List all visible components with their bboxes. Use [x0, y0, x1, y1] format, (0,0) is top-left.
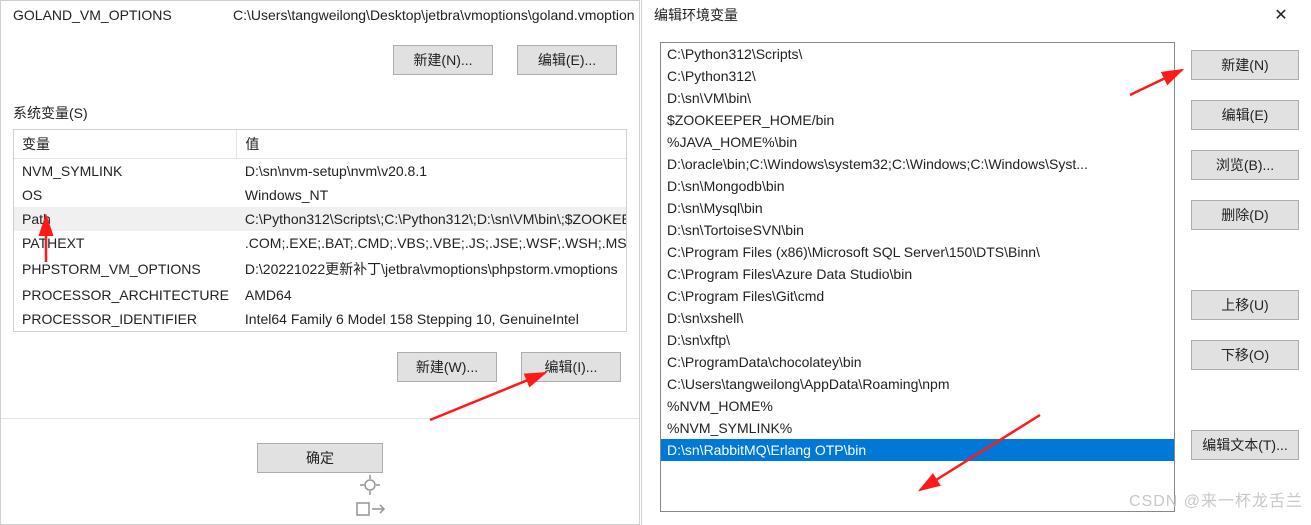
list-item[interactable]: D:\sn\VM\bin\ [661, 87, 1174, 109]
var-name-cell: NVM_SYMLINK [14, 159, 237, 184]
ok-button[interactable]: 确定 [257, 443, 383, 473]
var-name-cell: Path [14, 207, 237, 231]
var-value-cell: .COM;.EXE;.BAT;.CMD;.VBS;.VBE;.JS;.JSE;.… [237, 231, 627, 255]
path-entries-list[interactable]: C:\Python312\Scripts\C:\Python312\D:\sn\… [660, 42, 1175, 512]
list-item[interactable]: C:\ProgramData\chocolatey\bin [661, 351, 1174, 373]
list-item[interactable]: C:\Program Files (x86)\Microsoft SQL Ser… [661, 241, 1174, 263]
side-button-column: 新建(N) 编辑(E) 浏览(B)... 删除(D) 上移(U) 下移(O) 编… [1191, 42, 1299, 515]
dialog-footer: 确定 [1, 418, 639, 497]
var-name-cell: PHPSTORM_VM_OPTIONS [14, 255, 237, 283]
var-name-cell: PATHEXT [14, 231, 237, 255]
list-item[interactable]: D:\sn\xftp\ [661, 329, 1174, 351]
system-vars-table: 变量 值 NVM_SYMLINKD:\sn\nvm-setup\nvm\v20.… [14, 130, 627, 332]
var-name-cell: PROCESSOR_LEVEL [14, 331, 237, 332]
col-header-value[interactable]: 值 [237, 130, 627, 159]
list-item[interactable]: C:\Python312\ [661, 65, 1174, 87]
edit-text-button[interactable]: 编辑文本(T)... [1191, 430, 1299, 460]
table-row[interactable]: PHPSTORM_VM_OPTIONSD:\20221022更新补丁\jetbr… [14, 255, 627, 283]
user-vars-section: GOLAND_VM_OPTIONS C:\Users\tangweilong\D… [1, 1, 639, 103]
watermark-text: CSDN @来一杯龙舌兰 [1129, 487, 1303, 511]
browse-button[interactable]: 浏览(B)... [1191, 150, 1299, 180]
new-system-var-button[interactable]: 新建(W)... [397, 352, 497, 382]
table-row[interactable]: PROCESSOR_ARCHITECTUREAMD64 [14, 283, 627, 307]
system-var-button-row: 新建(W)... 编辑(I)... [1, 332, 639, 406]
list-item[interactable]: C:\Program Files\Git\cmd [661, 285, 1174, 307]
list-item[interactable]: D:\sn\RabbitMQ\Erlang OTP\bin [661, 439, 1174, 461]
user-var-value: C:\Users\tangweilong\Desktop\jetbra\vmop… [225, 5, 635, 25]
list-item[interactable]: C:\Python312\Scripts\ [661, 43, 1174, 65]
system-vars-table-frame[interactable]: 变量 值 NVM_SYMLINKD:\sn\nvm-setup\nvm\v20.… [13, 129, 627, 332]
var-value-cell: D:\20221022更新补丁\jetbra\vmoptions\phpstor… [237, 255, 627, 283]
var-name-cell: PROCESSOR_ARCHITECTURE [14, 283, 237, 307]
user-var-row[interactable]: GOLAND_VM_OPTIONS C:\Users\tangweilong\D… [5, 5, 635, 25]
dialog-body: C:\Python312\Scripts\C:\Python312\D:\sn\… [642, 30, 1311, 525]
var-value-cell: C:\Python312\Scripts\;C:\Python312\;D:\s… [237, 207, 627, 231]
var-value-cell: 6 [237, 331, 627, 332]
edit-system-var-button[interactable]: 编辑(I)... [521, 352, 621, 382]
new-entry-button[interactable]: 新建(N) [1191, 50, 1299, 80]
list-item[interactable]: %NVM_HOME% [661, 395, 1174, 417]
edit-user-var-button[interactable]: 编辑(E)... [517, 45, 617, 75]
user-var-name: GOLAND_VM_OPTIONS [5, 5, 225, 25]
table-row[interactable]: PATHEXT.COM;.EXE;.BAT;.CMD;.VBS;.VBE;.JS… [14, 231, 627, 255]
table-row[interactable]: PROCESSOR_IDENTIFIERIntel64 Family 6 Mod… [14, 307, 627, 331]
system-vars-label: 系统变量(S) [1, 103, 639, 123]
list-item[interactable]: D:\sn\Mysql\bin [661, 197, 1174, 219]
list-item[interactable]: D:\sn\TortoiseSVN\bin [661, 219, 1174, 241]
var-value-cell: D:\sn\nvm-setup\nvm\v20.8.1 [237, 159, 627, 184]
move-down-button[interactable]: 下移(O) [1191, 340, 1299, 370]
list-item[interactable]: D:\sn\Mongodb\bin [661, 175, 1174, 197]
dialog-titlebar[interactable]: 编辑环境变量 ✕ [642, 0, 1311, 30]
environment-variables-dialog: GOLAND_VM_OPTIONS C:\Users\tangweilong\D… [0, 0, 640, 525]
edit-path-dialog: 编辑环境变量 ✕ C:\Python312\Scripts\C:\Python3… [641, 0, 1311, 525]
table-row[interactable]: PathC:\Python312\Scripts\;C:\Python312\;… [14, 207, 627, 231]
table-row[interactable]: PROCESSOR_LEVEL6 [14, 331, 627, 332]
col-header-variable[interactable]: 变量 [14, 130, 237, 159]
list-item[interactable]: %NVM_SYMLINK% [661, 417, 1174, 439]
list-item[interactable]: D:\oracle\bin;C:\Windows\system32;C:\Win… [661, 153, 1174, 175]
move-up-button[interactable]: 上移(U) [1191, 290, 1299, 320]
list-item[interactable]: %JAVA_HOME%\bin [661, 131, 1174, 153]
var-name-cell: PROCESSOR_IDENTIFIER [14, 307, 237, 331]
dialog-title: 编辑环境变量 [652, 5, 738, 25]
list-item[interactable]: C:\Users\tangweilong\AppData\Roaming\npm [661, 373, 1174, 395]
background-tool-icons [340, 475, 440, 519]
var-name-cell: OS [14, 183, 237, 207]
list-item[interactable]: $ZOOKEEPER_HOME/bin [661, 109, 1174, 131]
list-item[interactable]: C:\Program Files\Azure Data Studio\bin [661, 263, 1174, 285]
var-value-cell: AMD64 [237, 283, 627, 307]
new-user-var-button[interactable]: 新建(N)... [393, 45, 493, 75]
user-var-button-row: 新建(N)... 编辑(E)... [5, 25, 635, 99]
var-value-cell: Intel64 Family 6 Model 158 Stepping 10, … [237, 307, 627, 331]
table-row[interactable]: NVM_SYMLINKD:\sn\nvm-setup\nvm\v20.8.1 [14, 159, 627, 184]
close-icon[interactable]: ✕ [1261, 5, 1301, 25]
edit-entry-button[interactable]: 编辑(E) [1191, 100, 1299, 130]
var-value-cell: Windows_NT [237, 183, 627, 207]
table-row[interactable]: OSWindows_NT [14, 183, 627, 207]
delete-entry-button[interactable]: 删除(D) [1191, 200, 1299, 230]
list-item[interactable]: D:\sn\xshell\ [661, 307, 1174, 329]
